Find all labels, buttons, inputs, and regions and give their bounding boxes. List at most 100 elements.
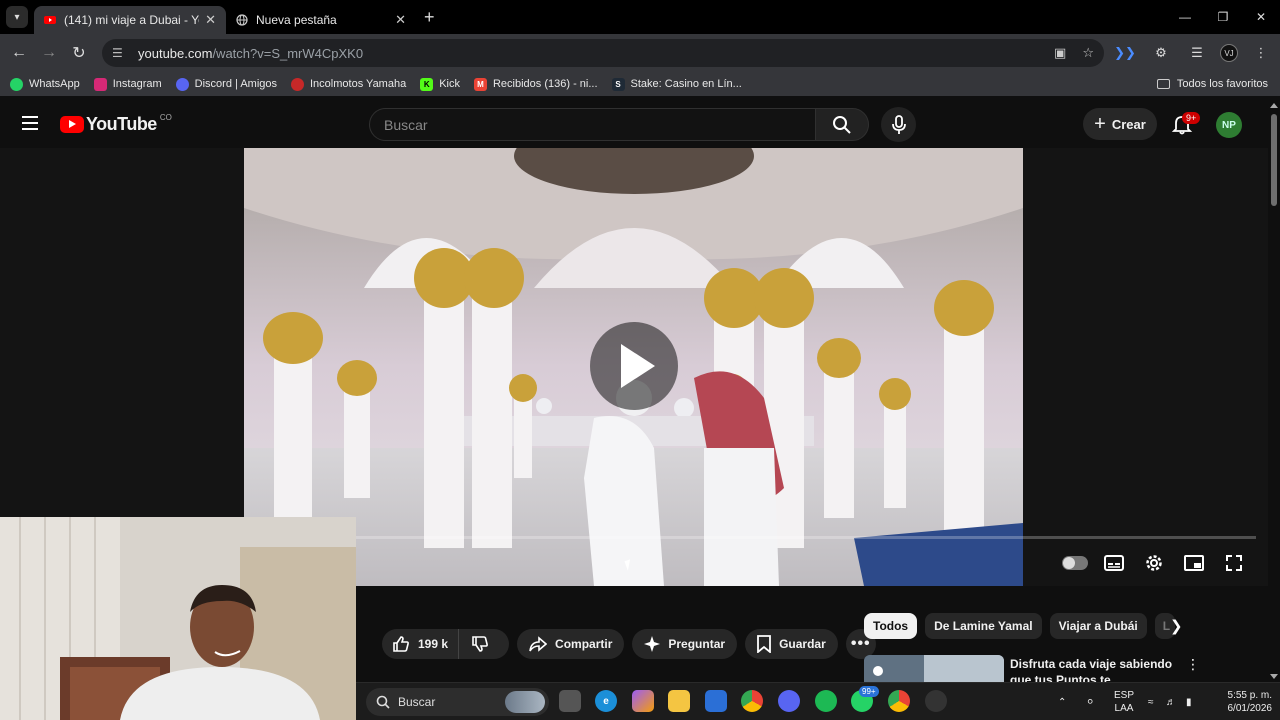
country-code: CO bbox=[159, 113, 172, 122]
bookmark-kick[interactable]: K Kick bbox=[420, 77, 460, 91]
battery-icon[interactable]: ▮ bbox=[1186, 683, 1192, 720]
recommendation-thumbnail[interactable] bbox=[864, 655, 1004, 685]
media-control-icon[interactable]: ☰ bbox=[1184, 40, 1210, 66]
input-language[interactable]: ESP LAA bbox=[1114, 689, 1134, 715]
install-app-icon[interactable]: ▣ bbox=[1054, 45, 1066, 61]
profile-icon[interactable]: VJ bbox=[1220, 44, 1238, 62]
youtube-logo[interactable]: YouTube CO bbox=[60, 113, 172, 135]
autoplay-toggle[interactable] bbox=[1062, 551, 1088, 575]
search-button[interactable] bbox=[815, 108, 869, 141]
bookmark-stake[interactable]: S Stake: Casino en Lín... bbox=[611, 77, 742, 91]
thumbs-down-icon bbox=[472, 636, 488, 652]
all-bookmarks[interactable]: Todos los favoritos bbox=[1156, 72, 1268, 96]
yamaha-icon bbox=[291, 77, 304, 91]
chip-all[interactable]: Todos bbox=[864, 613, 918, 639]
store-icon[interactable] bbox=[705, 690, 727, 712]
microphone-icon bbox=[891, 114, 906, 134]
clock[interactable]: 5:55 p. m. 6/01/2026 bbox=[1216, 689, 1273, 715]
page-scrollbar[interactable] bbox=[1268, 100, 1280, 682]
toolbar-extensions: ❯❯ ⚙ ☰ VJ ⋮ bbox=[1112, 38, 1274, 68]
bookmark-star-icon[interactable]: ☆ bbox=[1082, 45, 1094, 61]
ask-button[interactable]: Preguntar bbox=[632, 629, 738, 659]
chrome-profile-icon[interactable] bbox=[888, 690, 910, 712]
edge-icon[interactable]: e bbox=[595, 690, 617, 712]
thumbnail-image bbox=[864, 655, 1004, 685]
close-icon[interactable]: ✕ bbox=[395, 12, 406, 28]
url-path: /watch?v=S_mrW4CpXK0 bbox=[212, 45, 364, 61]
kebab-menu-icon[interactable]: ⋮ bbox=[1248, 40, 1274, 66]
voice-search-button[interactable] bbox=[881, 107, 916, 142]
avatar[interactable]: NP bbox=[1216, 112, 1242, 138]
taskbar-search[interactable]: Buscar bbox=[366, 688, 549, 716]
settings-button[interactable] bbox=[1142, 551, 1166, 575]
extension-icon[interactable]: ❯❯ bbox=[1112, 40, 1138, 66]
folder-icon bbox=[1156, 79, 1170, 89]
tab-youtube[interactable]: (141) mi viaje a Dubai - You ✕ bbox=[34, 6, 226, 34]
scroll-down-icon[interactable] bbox=[1270, 674, 1278, 679]
site-info-icon[interactable]: ☰ bbox=[112, 46, 126, 60]
window-controls: — ❐ ✕ bbox=[1166, 0, 1280, 34]
hamburger-menu-icon[interactable] bbox=[22, 116, 38, 130]
chip-dubai[interactable]: Viajar a Dubái bbox=[1049, 613, 1147, 639]
like-button[interactable]: 199 k bbox=[382, 629, 460, 659]
forward-arrow-icon[interactable]: → bbox=[34, 38, 64, 68]
share-button[interactable]: Compartir bbox=[517, 629, 625, 659]
youtube-play-logo-icon bbox=[60, 116, 84, 133]
file-explorer-icon[interactable] bbox=[668, 690, 690, 712]
bookmark-incolmotos[interactable]: Incolmotos Yamaha bbox=[291, 77, 406, 91]
miniplayer-icon bbox=[1184, 555, 1204, 571]
new-tab-plus-icon[interactable]: + bbox=[424, 7, 435, 28]
tab-title: Nueva pestaña bbox=[256, 13, 337, 27]
youtube-header: YouTube CO Buscar + Crear 9+ NP bbox=[0, 100, 1268, 148]
play-button[interactable] bbox=[590, 322, 678, 410]
scrollbar-thumb[interactable] bbox=[1271, 114, 1277, 206]
task-view-icon[interactable] bbox=[559, 690, 581, 712]
scroll-up-icon[interactable] bbox=[1270, 103, 1278, 108]
bookmark-instagram[interactable]: Instagram bbox=[93, 77, 162, 91]
tab-new-tab[interactable]: Nueva pestaña ✕ bbox=[226, 6, 416, 34]
create-button[interactable]: + Crear bbox=[1083, 108, 1157, 140]
window-close-icon[interactable]: ✕ bbox=[1242, 0, 1280, 34]
address-bar[interactable]: ☰ youtube.com/watch?v=S_mrW4CpXK0 ▣ ☆ bbox=[102, 39, 1104, 67]
dislike-button[interactable] bbox=[459, 629, 509, 659]
omnibox-actions: ▣ ☆ bbox=[1054, 39, 1094, 67]
app-icon[interactable] bbox=[925, 690, 947, 712]
save-button[interactable]: Guardar bbox=[745, 629, 838, 659]
miniplayer-button[interactable] bbox=[1182, 551, 1206, 575]
tab-search-button[interactable]: ▾ bbox=[6, 6, 28, 28]
search-highlight-image bbox=[505, 691, 545, 713]
tray-chevron-up-icon[interactable]: ⌃ bbox=[1058, 683, 1066, 720]
bookmark-discord[interactable]: Discord | Amigos bbox=[175, 77, 277, 91]
minimize-icon[interactable]: — bbox=[1166, 0, 1204, 34]
bookmark-whatsapp[interactable]: WhatsApp bbox=[10, 77, 80, 91]
reload-icon[interactable]: ↻ bbox=[64, 38, 94, 68]
bookmark-gmail[interactable]: M Recibidos (136) - ni... bbox=[473, 77, 598, 91]
subtitles-button[interactable] bbox=[1102, 551, 1126, 575]
discord-icon[interactable] bbox=[778, 690, 800, 712]
progress-bar[interactable] bbox=[356, 536, 1256, 539]
search-icon bbox=[376, 695, 390, 709]
spotify-icon[interactable] bbox=[815, 690, 837, 712]
bookmark-icon bbox=[757, 635, 771, 653]
restore-icon[interactable]: ❐ bbox=[1204, 0, 1242, 34]
copilot-icon[interactable] bbox=[632, 690, 654, 712]
back-arrow-icon[interactable]: ← bbox=[4, 38, 34, 68]
chevron-right-icon[interactable]: ❯ bbox=[1170, 617, 1183, 635]
wifi-icon[interactable]: ≈ bbox=[1148, 683, 1154, 720]
tab-strip: ▾ (141) mi viaje a Dubai - You ✕ Nueva p… bbox=[0, 0, 1280, 34]
close-icon[interactable]: ✕ bbox=[205, 12, 216, 28]
fullscreen-button[interactable] bbox=[1222, 551, 1246, 575]
puzzle-icon[interactable]: ⚙ bbox=[1148, 40, 1174, 66]
search-input[interactable]: Buscar bbox=[369, 108, 815, 141]
share-arrow-icon bbox=[529, 636, 548, 652]
whatsapp-badge: 99+ bbox=[859, 686, 879, 697]
volume-icon[interactable]: ♬ bbox=[1166, 683, 1176, 720]
more-vertical-icon[interactable]: ⋮ bbox=[1186, 656, 1200, 673]
chrome-icon[interactable] bbox=[741, 690, 763, 712]
chip-lamine-yamal[interactable]: De Lamine Yamal bbox=[925, 613, 1042, 639]
search-icon bbox=[833, 115, 851, 134]
url-host: youtube.com bbox=[138, 45, 213, 61]
screen: ▾ (141) mi viaje a Dubai - You ✕ Nueva p… bbox=[0, 0, 1280, 720]
autoplay-toggle-icon bbox=[1062, 556, 1088, 570]
tray-microphone-icon[interactable]: ⚪ bbox=[1086, 683, 1094, 720]
